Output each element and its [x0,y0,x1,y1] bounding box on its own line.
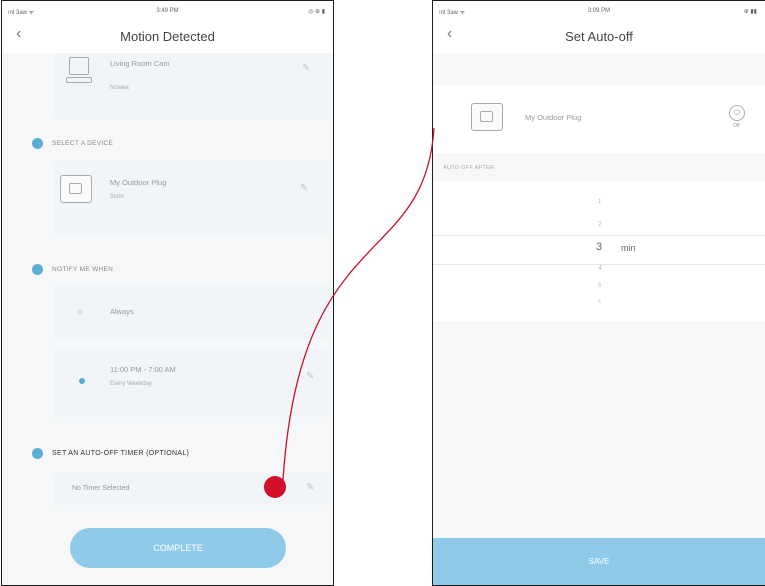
connector-annotation [264,127,435,498]
connector-dot [264,476,286,498]
connector-curve [282,127,435,481]
